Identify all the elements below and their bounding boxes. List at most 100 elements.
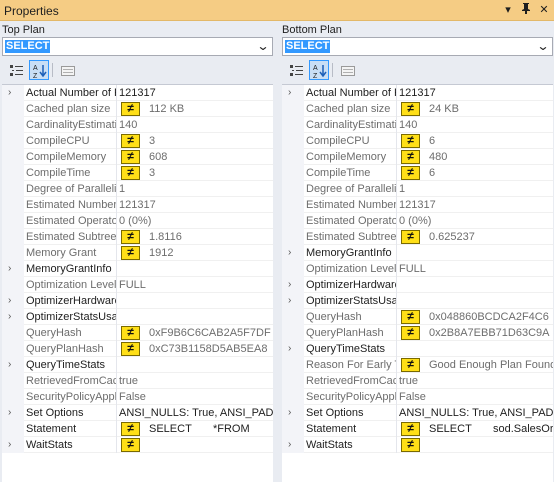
chevron-right-icon[interactable]: › [8, 357, 11, 373]
property-row[interactable]: CardinalityEstimatio 140 [282, 117, 553, 133]
categorized-button[interactable] [286, 60, 306, 80]
property-row[interactable]: › OptimizerStatsUsag [2, 309, 273, 325]
property-value-cell[interactable]: ≠ 112 KB [119, 101, 273, 117]
property-row[interactable]: QueryPlanHash ≠ 0x2B8A7EBB71D63C9A [282, 325, 553, 341]
property-value-cell[interactable]: ≠ 480 [399, 149, 553, 165]
property-row[interactable]: Statement ≠ SELECT sod.SalesOrderID [282, 421, 553, 437]
categorized-button[interactable] [6, 60, 26, 80]
property-value-cell[interactable]: 0 (0%) [399, 213, 553, 229]
property-value-cell[interactable]: FULL [119, 277, 273, 293]
property-row[interactable]: › OptimizerHardware [282, 277, 553, 293]
property-value-cell[interactable]: ≠ 0xF9B6C6CAB2A5F7DF [119, 325, 273, 341]
chevron-right-icon[interactable]: › [288, 341, 291, 357]
property-row[interactable]: Reason For Early T ≠ Good Enough Plan Foun… [282, 357, 553, 373]
property-value-cell[interactable]: ≠ 24 KB [399, 101, 553, 117]
chevron-right-icon[interactable]: › [288, 405, 291, 421]
property-row[interactable]: CompileMemory ≠ 608 [2, 149, 273, 165]
property-value-cell[interactable]: 1 [399, 181, 553, 197]
property-value-cell[interactable]: ≠ 0xC73B1158D5AB5EA8 [119, 341, 273, 357]
property-value-cell[interactable]: ≠ 1912 [119, 245, 273, 261]
property-value-cell[interactable] [119, 309, 273, 325]
pane-splitter[interactable] [275, 22, 280, 482]
alphabetical-button[interactable]: A Z [29, 60, 49, 80]
property-row[interactable]: RetrievedFromCach true [2, 373, 273, 389]
chevron-right-icon[interactable]: › [288, 277, 291, 293]
property-value-cell[interactable] [119, 261, 273, 277]
property-value-cell[interactable]: 121317 [119, 197, 273, 213]
property-value-cell[interactable]: 140 [119, 117, 273, 133]
property-value-cell[interactable] [119, 293, 273, 309]
property-row[interactable]: Estimated Number 121317 [282, 197, 553, 213]
property-value-cell[interactable]: 121317 [399, 85, 553, 101]
property-row[interactable]: Estimated Subtree ≠ 1.8116 [2, 229, 273, 245]
property-value-cell[interactable]: ANSI_NULLS: True, ANSI_PADDING [119, 405, 273, 421]
alphabetical-button[interactable]: A Z [309, 60, 329, 80]
property-row[interactable]: CompileTime ≠ 6 [282, 165, 553, 181]
property-row[interactable]: Optimization Level FULL [2, 277, 273, 293]
property-value-cell[interactable]: ≠ [399, 437, 553, 453]
property-row[interactable]: Memory Grant ≠ 1912 [2, 245, 273, 261]
chevron-right-icon[interactable]: › [8, 405, 11, 421]
property-value-cell[interactable]: FULL [399, 261, 553, 277]
property-value-cell[interactable]: False [399, 389, 553, 405]
property-value-cell[interactable] [119, 357, 273, 373]
property-row[interactable]: RetrievedFromCac true [282, 373, 553, 389]
property-row[interactable]: CompileCPU ≠ 3 [2, 133, 273, 149]
property-value-cell[interactable]: ≠ 6 [399, 133, 553, 149]
property-value-cell[interactable]: 121317 [399, 197, 553, 213]
property-row[interactable]: Estimated Operator 0 (0%) [2, 213, 273, 229]
property-row[interactable]: QueryPlanHash ≠ 0xC73B1158D5AB5EA8 [2, 341, 273, 357]
property-row[interactable]: Cached plan size ≠ 24 KB [282, 101, 553, 117]
property-row[interactable]: Statement ≠ SELECT *FROM [2, 421, 273, 437]
property-value-cell[interactable]: ANSI_NULLS: True, ANSI_PADDING [399, 405, 553, 421]
property-value-cell[interactable]: 140 [399, 117, 553, 133]
property-row[interactable]: QueryHash ≠ 0xF9B6C6CAB2A5F7DF [2, 325, 273, 341]
bottom-plan-object-select[interactable]: SELECT ⌄ [282, 37, 553, 56]
property-row[interactable]: › WaitStats ≠ [2, 437, 273, 453]
property-value-cell[interactable] [399, 341, 553, 357]
property-row[interactable]: SecurityPolicyAppli False [2, 389, 273, 405]
property-row[interactable]: Estimated Operato 0 (0%) [282, 213, 553, 229]
property-value-cell[interactable] [399, 293, 553, 309]
chevron-right-icon[interactable]: › [288, 293, 291, 309]
property-row[interactable]: CompileMemory ≠ 480 [282, 149, 553, 165]
property-value-cell[interactable] [399, 245, 553, 261]
chevron-right-icon[interactable]: › [8, 293, 11, 309]
chevron-right-icon[interactable]: › [288, 245, 291, 261]
property-row[interactable]: SecurityPolicyAppl False [282, 389, 553, 405]
property-value-cell[interactable]: ≠ 3 [119, 165, 273, 181]
property-row[interactable]: › OptimizerHardware [2, 293, 273, 309]
chevron-right-icon[interactable]: › [8, 309, 11, 325]
property-value-cell[interactable]: ≠ 1.8116 [119, 229, 273, 245]
property-value-cell[interactable]: ≠ 6 [399, 165, 553, 181]
property-value-cell[interactable]: ≠ Good Enough Plan Found [399, 357, 553, 373]
chevron-right-icon[interactable]: › [288, 85, 291, 101]
pin-button[interactable] [518, 2, 534, 18]
property-value-cell[interactable]: ≠ [119, 437, 273, 453]
property-value-cell[interactable]: 121317 [119, 85, 273, 101]
property-value-cell[interactable]: true [119, 373, 273, 389]
property-row[interactable]: CardinalityEstimatio 140 [2, 117, 273, 133]
property-value-cell[interactable]: ≠ 608 [119, 149, 273, 165]
chevron-right-icon[interactable]: › [8, 85, 11, 101]
property-row[interactable]: CompileCPU ≠ 6 [282, 133, 553, 149]
property-value-cell[interactable]: ≠ 0.625237 [399, 229, 553, 245]
property-row[interactable]: Optimization Level FULL [282, 261, 553, 277]
property-row[interactable]: Degree of Parallelis 1 [282, 181, 553, 197]
property-row[interactable]: › Actual Number of R 121317 [2, 85, 273, 101]
property-row[interactable]: CompileTime ≠ 3 [2, 165, 273, 181]
property-row[interactable]: › MemoryGrantInfo [2, 261, 273, 277]
property-row[interactable]: › QueryTimeStats [282, 341, 553, 357]
close-button[interactable]: ✕ [536, 2, 552, 18]
window-menu-button[interactable]: ▾ [500, 2, 516, 18]
property-value-cell[interactable]: ≠ SELECT sod.SalesOrderID [399, 421, 553, 437]
property-value-cell[interactable]: ≠ SELECT *FROM [119, 421, 273, 437]
property-row[interactable]: Degree of Parallelis 1 [2, 181, 273, 197]
property-value-cell[interactable]: true [399, 373, 553, 389]
chevron-right-icon[interactable]: › [8, 261, 11, 277]
property-row[interactable]: QueryHash ≠ 0x048860BCDCA2F4C6 [282, 309, 553, 325]
property-row[interactable]: Estimated Subtree ≠ 0.625237 [282, 229, 553, 245]
property-pages-button[interactable] [57, 60, 77, 80]
property-value-cell[interactable]: ≠ 0x2B8A7EBB71D63C9A [399, 325, 553, 341]
property-value-cell[interactable]: False [119, 389, 273, 405]
